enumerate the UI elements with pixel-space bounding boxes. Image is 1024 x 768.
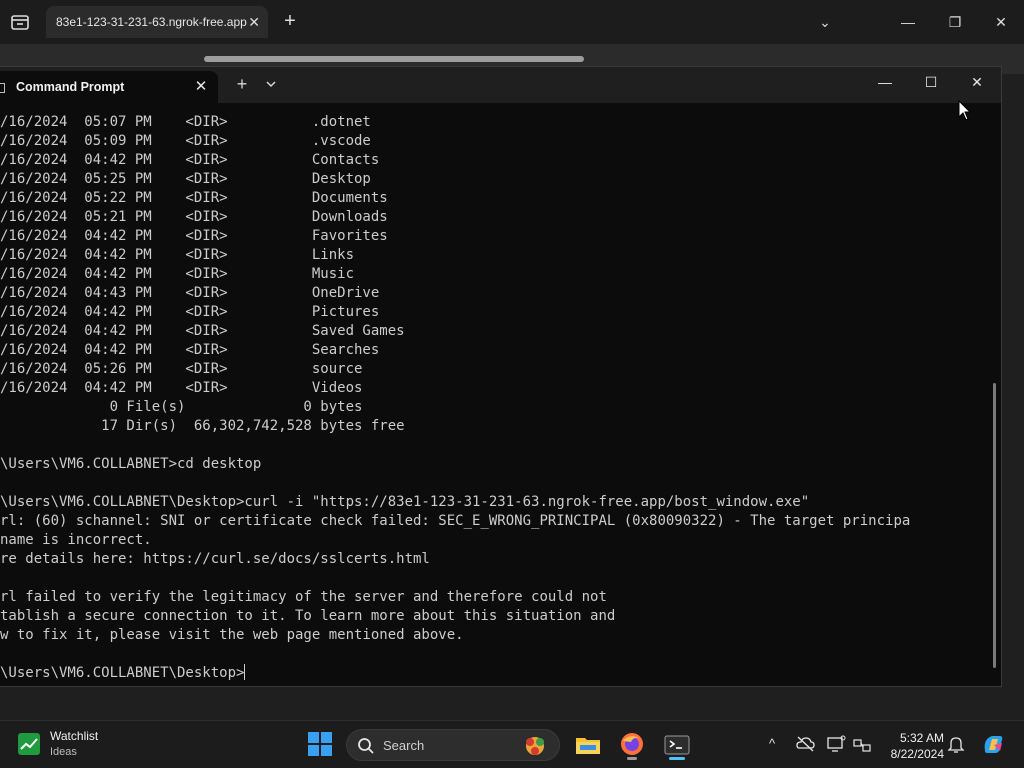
terminal-line: /16/2024 05:21 PM <DIR> Downloads xyxy=(0,209,388,225)
onedrive-offline-icon[interactable] xyxy=(795,733,815,755)
terminal-line: /16/2024 05:25 PM <DIR> Desktop xyxy=(0,171,371,187)
terminal-line: /16/2024 04:42 PM <DIR> Contacts xyxy=(0,152,380,168)
terminal-output[interactable]: /16/2024 05:07 PM <DIR> .dotnet/16/2024 … xyxy=(0,103,992,687)
terminal-line: \Users\VM6.COLLABNET\Desktop>curl -i "ht… xyxy=(0,494,810,510)
widget-title: Watchlist xyxy=(50,729,99,743)
terminal-line: rl failed to verify the legitimacy of th… xyxy=(0,589,607,605)
terminal-line: rl: (60) schannel: SNI or certificate ch… xyxy=(0,513,911,529)
terminal-line: /16/2024 05:07 PM <DIR> .dotnet xyxy=(0,114,371,130)
search-icon xyxy=(358,738,374,754)
browser-minimize-button[interactable]: — xyxy=(893,8,923,36)
terminal-line: /16/2024 05:26 PM <DIR> source xyxy=(0,361,363,377)
terminal-line: /16/2024 04:42 PM <DIR> Videos xyxy=(0,380,363,396)
browser-new-tab-button[interactable]: + xyxy=(280,10,300,32)
terminal-maximize-button[interactable]: ☐ xyxy=(908,67,954,97)
clock-date[interactable]: 8/22/2024 xyxy=(884,747,944,761)
browser-tab-dropdown-icon[interactable]: ⌄ xyxy=(810,8,840,36)
stock-chart-icon xyxy=(18,733,40,755)
browser-close-button[interactable]: ✕ xyxy=(986,8,1016,36)
search-highlight-icon xyxy=(526,737,544,755)
browser-tab[interactable]: 83e1-123-31-231-63.ngrok-free.app ✕ xyxy=(46,6,268,38)
terminal-line: /16/2024 04:42 PM <DIR> Music xyxy=(0,266,355,282)
taskbar-file-explorer[interactable] xyxy=(571,729,605,761)
terminal-line: name is incorrect. xyxy=(0,532,152,548)
terminal-tab-close-icon[interactable]: ✕ xyxy=(193,77,209,95)
terminal-line: /16/2024 05:22 PM <DIR> Documents xyxy=(0,190,388,206)
search-label: Search xyxy=(383,738,425,753)
folder-icon xyxy=(576,738,600,754)
mouse-pointer-icon xyxy=(958,100,972,121)
terminal-line: /16/2024 04:42 PM <DIR> Links xyxy=(0,247,355,263)
terminal-window: Command Prompt ✕ + — ☐ ✕ /16/2024 05:07 … xyxy=(0,66,1002,687)
clock-time[interactable]: 5:32 AM xyxy=(894,731,944,745)
display-icon[interactable] xyxy=(826,733,846,755)
terminal-line: /16/2024 04:42 PM <DIR> Favorites xyxy=(0,228,388,244)
app-active-indicator xyxy=(669,757,685,760)
terminal-line: w to fix it, please visit the web page m… xyxy=(0,627,464,643)
terminal-line: \Users\VM6.COLLABNET>cd desktop xyxy=(0,456,262,472)
windows-start-icon[interactable] xyxy=(307,731,333,757)
tray-overflow-icon[interactable]: ^ xyxy=(762,733,782,755)
terminal-line: /16/2024 04:42 PM <DIR> Saved Games xyxy=(0,323,405,339)
terminal-line: /16/2024 04:42 PM <DIR> Searches xyxy=(0,342,380,358)
browser-tabstrip: 83e1-123-31-231-63.ngrok-free.app ✕ + ⌄ … xyxy=(0,0,1024,44)
browser-tab-close-icon[interactable]: ✕ xyxy=(248,6,260,38)
network-icon[interactable] xyxy=(852,733,872,755)
terminal-line: /16/2024 04:42 PM <DIR> Pictures xyxy=(0,304,380,320)
bell-icon[interactable] xyxy=(946,733,966,755)
cmd-icon xyxy=(0,83,5,93)
taskbar-search-box[interactable]: Search xyxy=(346,729,560,761)
terminal-line: tablish a secure connection to it. To le… xyxy=(0,608,616,624)
widget-subtitle: Ideas xyxy=(50,746,77,758)
app-running-indicator xyxy=(627,757,637,760)
terminal-line: 17 Dir(s) 66,302,742,528 bytes free xyxy=(0,418,405,434)
terminal-scrollbar[interactable] xyxy=(993,383,996,668)
desktop-screen: 83e1-123-31-231-63.ngrok-free.app ✕ + ⌄ … xyxy=(0,0,1024,768)
copilot-icon[interactable] xyxy=(980,731,1006,757)
tab-actions-icon[interactable] xyxy=(8,10,32,34)
text-cursor xyxy=(244,664,246,680)
browser-address-bar[interactable] xyxy=(204,56,584,62)
browser-tab-title: 83e1-123-31-231-63.ngrok-free.app xyxy=(56,15,247,29)
terminal-tab[interactable]: Command Prompt ✕ xyxy=(0,71,218,103)
taskbar-firefox[interactable] xyxy=(615,729,649,761)
terminal-line: /16/2024 04:43 PM <DIR> OneDrive xyxy=(0,285,380,301)
terminal-close-button[interactable]: ✕ xyxy=(954,67,1000,97)
terminal-line: /16/2024 05:09 PM <DIR> .vscode xyxy=(0,133,371,149)
terminal-new-tab-button[interactable]: + xyxy=(234,73,250,95)
terminal-line: 0 File(s) 0 bytes xyxy=(0,399,363,415)
browser-restore-button[interactable]: ❐ xyxy=(940,8,970,36)
terminal-line: \Users\VM6.COLLABNET\Desktop> xyxy=(0,664,246,681)
chevron-down-icon[interactable] xyxy=(264,77,278,91)
terminal-tab-title: Command Prompt xyxy=(16,80,125,94)
terminal-line: re details here: https://curl.se/docs/ss… xyxy=(0,551,430,567)
terminal-minimize-button[interactable]: — xyxy=(862,67,908,97)
taskbar-terminal[interactable] xyxy=(660,729,694,761)
taskbar: Watchlist Ideas Search ^ 5:32 AM 8/22/20… xyxy=(0,720,1024,768)
terminal-titlebar[interactable]: Command Prompt ✕ + — ☐ ✕ xyxy=(0,67,1001,103)
